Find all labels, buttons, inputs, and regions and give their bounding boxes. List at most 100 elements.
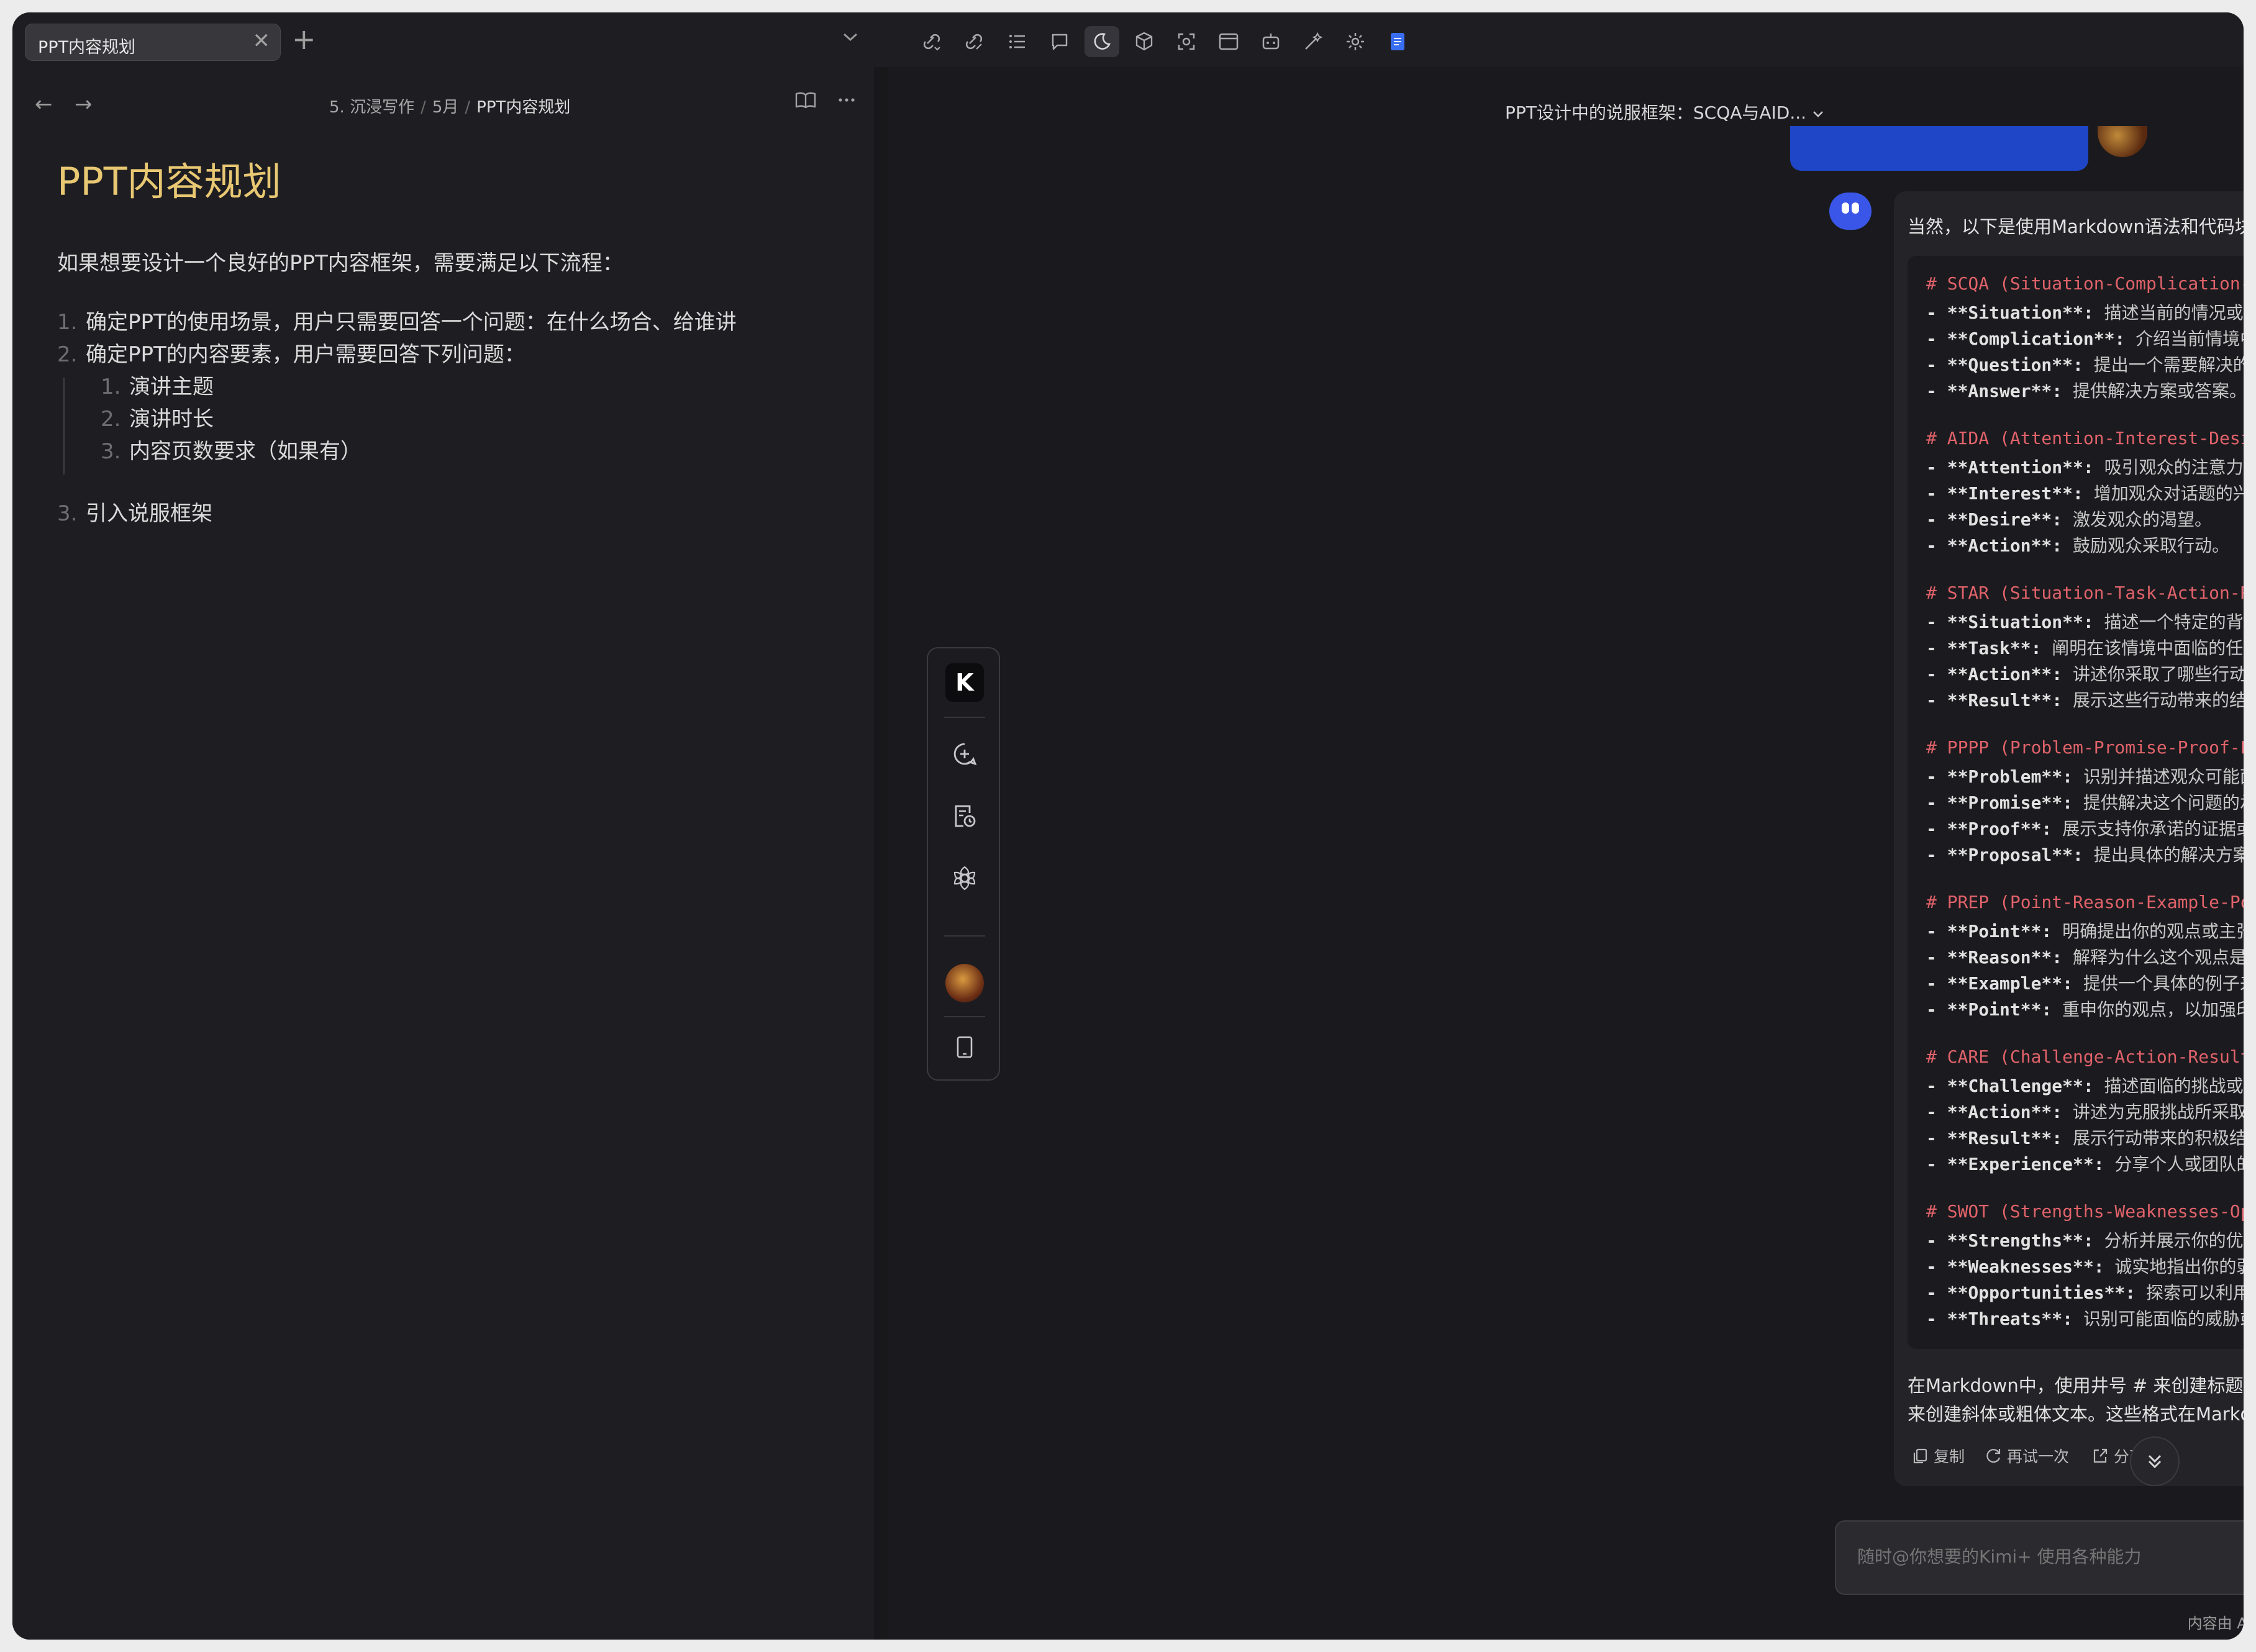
chevron-down-icon — [1813, 111, 1823, 117]
refresh-icon — [1986, 1449, 2001, 1463]
reading-view-icon[interactable] — [794, 89, 817, 113]
more-options-icon[interactable] — [836, 89, 857, 113]
code-list-line: - **Situation**: 描述当前的情况或背景。 — [1926, 302, 2244, 323]
code-list-line: - **Weaknesses**: 诚实地指出你的弱点或不足。 — [1926, 1256, 2244, 1277]
list-icon[interactable] — [1000, 26, 1035, 57]
notes-app-icon[interactable] — [1380, 26, 1415, 57]
kimi-avatar-icon — [1829, 193, 1872, 230]
tab-title: PPT内容规划 — [38, 38, 136, 57]
breadcrumb: 5. 沉浸写作/5月 / PPT内容规划 — [329, 98, 571, 117]
code-list-line: - **Answer**: 提供解决方案或答案。 — [1926, 381, 2244, 401]
chat-input-box[interactable] — [1835, 1520, 2244, 1595]
code-list-line: - **Proposal**: 提出具体的解决方案或行动计划。 — [1926, 845, 2244, 865]
assistant-message: 当然，以下是使用Markdown语法和代码块来展示的说服框架的示例： # SCQ… — [1894, 191, 2244, 1486]
code-heading: # PREP (Point-Reason-Example-Point) — [1926, 892, 2244, 912]
scan-icon[interactable] — [1169, 26, 1204, 57]
code-list-line: - **Situation**: 描述一个特定的背景或场景。 — [1926, 612, 2244, 632]
code-list-line: - **Example**: 提供一个具体的例子来支持你的理由。 — [1926, 973, 2244, 994]
indent-guide — [63, 378, 65, 474]
user-avatar[interactable] — [945, 964, 984, 1002]
code-list-line: - **Complication**: 介绍当前情境中存在的问题或挑战。 — [1926, 329, 2244, 349]
code-block: # SCQA (Situation-Complication-Question-… — [1908, 256, 2244, 1349]
code-heading: # PPPP (Problem-Promise-Proof-Proposal) — [1926, 737, 2244, 758]
nested-list-item[interactable]: 2. 演讲时长 — [101, 402, 214, 432]
pane-divider[interactable] — [874, 67, 888, 1640]
code-heading: # CARE (Challenge-Action-Result-Experien… — [1926, 1046, 2244, 1067]
top-bar: PPT内容规划 ✕ + — [12, 12, 2244, 67]
browser-window-icon[interactable] — [1211, 26, 1246, 57]
chat-title[interactable]: PPT设计中的说服框架：SCQA与AID... — [1505, 99, 1824, 124]
message-outro: 在Markdown中，使用井号 # 来创建标题，使用连字符 - 来创建无序列表，… — [1908, 1375, 2244, 1425]
close-icon[interactable]: ✕ — [253, 30, 271, 52]
package-icon[interactable] — [1127, 26, 1162, 57]
code-list-line: - **Strengths**: 分析并展示你的优势或强项。 — [1926, 1230, 2244, 1251]
code-list-line: - **Action**: 讲述为克服挑战所采取的行动。 — [1926, 1102, 2244, 1122]
tablet-icon[interactable] — [947, 1030, 982, 1064]
scroll-to-bottom-button[interactable] — [2130, 1436, 2180, 1486]
code-list-line: - **Reason**: 解释为什么这个观点是正确的。 — [1926, 947, 2244, 968]
code-list-line: - **Action**: 讲述你采取了哪些行动来完成任务。 — [1926, 664, 2244, 684]
list-item[interactable]: 3. 引入说服框架 — [57, 496, 212, 527]
code-heading: # AIDA (Attention-Interest-Desire-Action… — [1926, 428, 2244, 448]
code-list-line: - **Threats**: 识别可能面临的威胁或风险。 — [1926, 1309, 2244, 1329]
chevron-down-icon[interactable] — [842, 32, 858, 45]
breadcrumb-item[interactable]: 5. 沉浸写作 — [329, 98, 414, 117]
code-list-line: - **Experience**: 分享个人或团队的体验和学习。 — [1926, 1154, 2244, 1174]
toolbar-divider — [944, 935, 985, 937]
code-list-line: - **Result**: 展示行动带来的积极结果。 — [1926, 1128, 2244, 1148]
new-tab-button[interactable]: + — [292, 25, 316, 53]
nested-list-item[interactable]: 1. 演讲主题 — [101, 370, 214, 400]
breadcrumb-current[interactable]: PPT内容规划 — [476, 98, 570, 117]
history-icon[interactable] — [947, 799, 982, 833]
kimi-logo-icon[interactable]: K — [945, 663, 984, 702]
share-icon — [2093, 1448, 2108, 1463]
code-list-line: - **Promise**: 提供解决这个问题的承诺或保证。 — [1926, 792, 2244, 813]
code-list-line: - **Task**: 阐明在该情境中面临的任务或目标。 — [1926, 638, 2244, 658]
kimi-plus-icon[interactable] — [947, 861, 982, 896]
message-actions: 复制 再试一次 分享 — [1908, 1440, 2244, 1471]
link-plugin-icon[interactable] — [914, 26, 949, 57]
note-title[interactable]: PPT内容规划 — [57, 150, 281, 206]
code-list-line: - **Point**: 明确提出你的观点或主张。 — [1926, 921, 2244, 942]
list-item[interactable]: 2. 确定PPT的内容要素，用户需要回答下列问题： — [57, 337, 525, 368]
robot-icon[interactable] — [1253, 26, 1288, 57]
moon-icon[interactable] — [1085, 26, 1119, 57]
back-arrow-icon[interactable]: ← — [35, 92, 53, 117]
copy-icon — [1913, 1448, 1927, 1464]
app-window: PPT内容规划 ✕ + ← → 5. 沉浸写作 / 5月 / PPT内容规划 P… — [12, 12, 2244, 1640]
code-list-line: - **Proof**: 展示支持你承诺的证据或案例研究。 — [1926, 819, 2244, 839]
code-list-line: - **Result**: 展示这些行动带来的结果或成果。 — [1926, 690, 2244, 710]
copy-button[interactable]: 复制 — [1911, 1445, 1965, 1467]
comment-icon[interactable] — [1042, 26, 1077, 57]
list-item[interactable]: 1. 确定PPT的使用场景，用户只需要回答一个问题：在什么场合、给谁讲 — [57, 305, 737, 335]
toolbar-divider — [944, 717, 985, 718]
note-paragraph[interactable]: 如果想要设计一个良好的PPT内容框架，需要满足以下流程： — [57, 246, 624, 276]
code-list-line: - **Attention**: 吸引观众的注意力。 — [1926, 457, 2244, 478]
code-heading: # SWOT (Strengths-Weaknesses-Opportuniti… — [1926, 1201, 2244, 1222]
magic-wand-icon[interactable] — [1296, 26, 1330, 57]
chat-input[interactable] — [1857, 1546, 2244, 1567]
code-list-line: - **Opportunities**: 探索可以利用的机会。 — [1926, 1282, 2244, 1303]
note-editor-pane: ← → 5. 沉浸写作/5月 / PPT内容规划 PPT内容规划 如果想要设计一个良… — [12, 67, 874, 1640]
toolbar-divider — [944, 1016, 985, 1017]
retry-button[interactable]: 再试一次 — [1985, 1445, 2069, 1467]
new-chat-icon[interactable] — [947, 737, 982, 771]
code-heading: # STAR (Situation-Task-Action-Result) — [1926, 583, 2244, 603]
code-list-line: - **Desire**: 激发观众的渴望。 — [1926, 509, 2213, 530]
code-list-line: - **Question**: 提出一个需要解决的问题或需要回答的疑问。 — [1926, 355, 2244, 375]
user-message-bubble — [1790, 126, 2088, 171]
message-intro: 当然，以下是使用Markdown语法和代码块来展示的说服框架的示例： — [1908, 216, 2244, 237]
breadcrumb-item[interactable]: 5月 — [432, 98, 459, 117]
code-list-line: - **Point**: 重申你的观点，以加强印象。 — [1926, 999, 2244, 1020]
user-avatar — [2098, 126, 2147, 157]
kimi-floating-toolbar: K — [927, 647, 1000, 1081]
tab-ppt-content-plan[interactable]: PPT内容规划 ✕ — [25, 24, 281, 61]
nested-list-item[interactable]: 3. 内容页数要求（如果有） — [101, 434, 362, 465]
kimi-chat-pane: PPT设计中的说服框架：SCQA与AID... 当然，以下是使用Markdown… — [888, 67, 2244, 1640]
forward-arrow-icon[interactable]: → — [75, 92, 93, 117]
code-list-line: - **Interest**: 增加观众对话题的兴趣。 — [1926, 483, 2244, 504]
double-chevron-down-icon — [2148, 1455, 2162, 1469]
link-edit-icon[interactable] — [957, 26, 991, 57]
settings-gear-icon[interactable] — [1338, 26, 1373, 57]
code-list-line: - **Problem**: 识别并描述观众可能面临的问题。 — [1926, 766, 2244, 787]
